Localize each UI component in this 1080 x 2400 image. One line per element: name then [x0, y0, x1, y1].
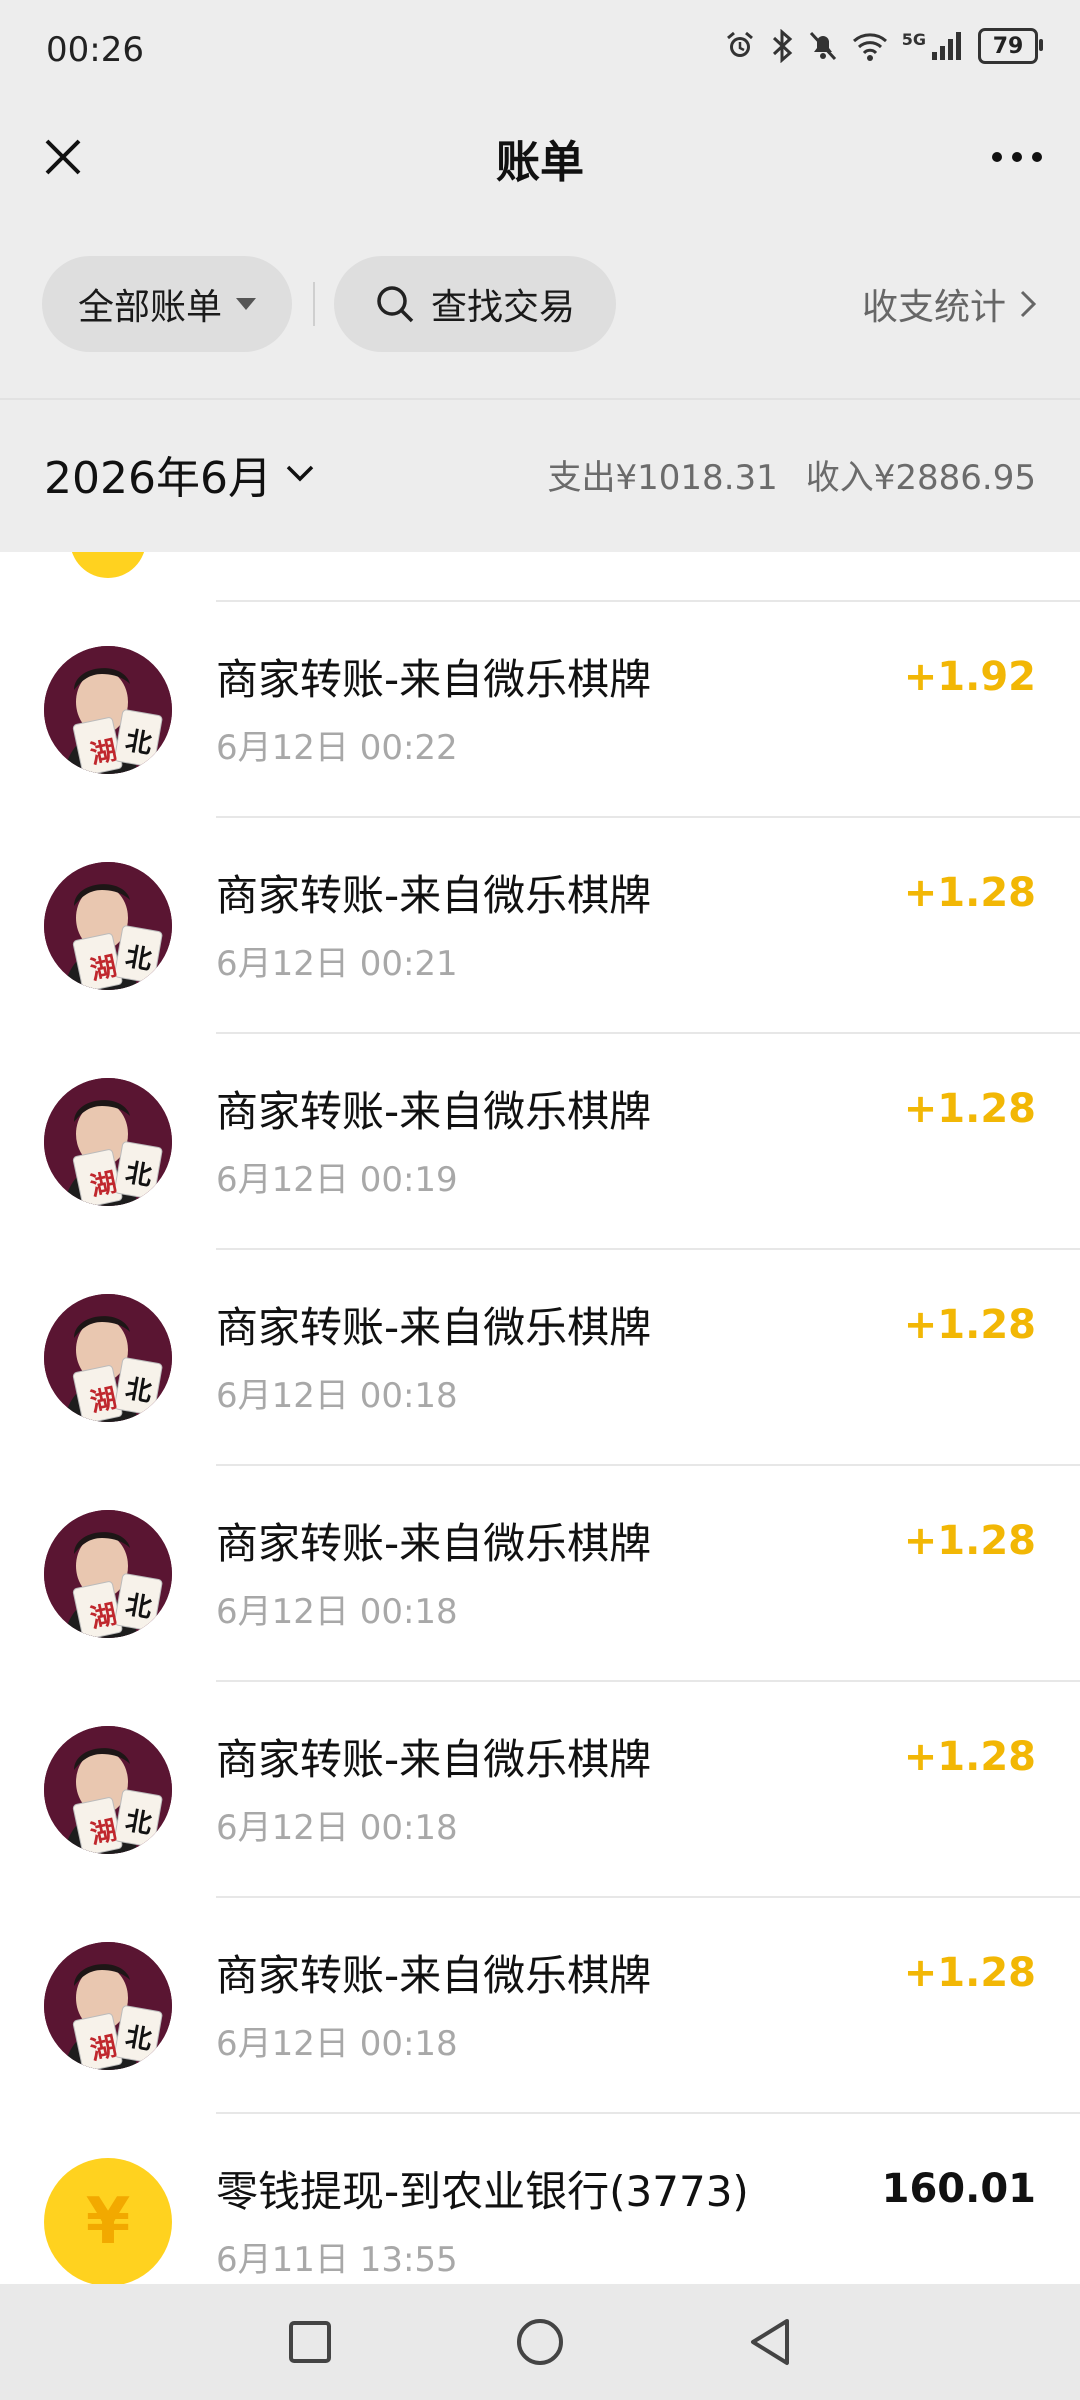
home-button[interactable] [510, 2312, 570, 2372]
merchant-avatar: 湖北 [44, 862, 172, 990]
alarm-icon [726, 31, 753, 57]
transaction-amount: +1.92 [903, 654, 1036, 700]
transaction-amount: 160.01 [881, 2166, 1036, 2212]
all-bills-label: 全部账单 [77, 287, 222, 328]
status-time: 00:26 [46, 30, 144, 70]
square-icon [289, 2321, 331, 2363]
transaction-amount: +1.28 [903, 870, 1036, 916]
transaction-time: 6月12日 00:21 [216, 944, 458, 984]
transaction-row[interactable]: ¥ 零钱提现-到农业银行(3773) 6月11日 13:55 160.01 [0, 2114, 1080, 2284]
transaction-row[interactable]: 湖北商家转账-来自微乐棋牌 6月12日 00:18 +1.28 [0, 1682, 1080, 1898]
transaction-title: 商家转账-来自微乐棋牌 [216, 871, 652, 920]
month-totals: 支出¥1018.31 收入¥2886.95 [548, 450, 1036, 499]
transaction-title: 商家转账-来自微乐棋牌 [216, 1735, 652, 1784]
partial-coin-avatar [70, 552, 146, 578]
wifi-icon [852, 33, 887, 61]
transaction-row[interactable]: 湖北商家转账-来自微乐棋牌 6月12日 00:18 +1.28 [0, 1466, 1080, 1682]
divider [313, 282, 315, 326]
transaction-time: 6月12日 00:18 [216, 1592, 458, 1632]
transaction-title: 商家转账-来自微乐棋牌 [216, 655, 652, 704]
chevron-right-icon [1020, 290, 1036, 318]
caret-down-icon [236, 298, 256, 310]
transaction-list[interactable]: 湖北商家转账-来自微乐棋牌 6月12日 00:22 +1.92 湖北商家转账-来自微乐… [0, 552, 1080, 2284]
merchant-avatar: 湖北 [44, 1078, 172, 1206]
merchant-avatar: 湖北 [44, 1510, 172, 1638]
transaction-amount: +1.28 [903, 1734, 1036, 1780]
triangle-back-icon [751, 2319, 789, 2365]
all-bills-dropdown[interactable]: 全部账单 [42, 256, 292, 352]
merchant-avatar: 湖北 [44, 646, 172, 774]
merchant-avatar: 湖北 [44, 1726, 172, 1854]
wallet-coin-avatar: ¥ [44, 2158, 172, 2284]
mute-icon [809, 31, 836, 61]
month-expense: 支出¥1018.31 [547, 458, 778, 498]
title-bar: 账单 [0, 100, 1080, 216]
month-label: 2026年6月 [44, 453, 272, 504]
page-title: 账单 [496, 137, 584, 188]
transaction-row[interactable]: 湖北商家转账-来自微乐棋牌 6月12日 00:19 +1.28 [0, 1034, 1080, 1250]
merchant-avatar: 湖北 [44, 1294, 172, 1422]
bluetooth-icon [772, 29, 792, 63]
transaction-time: 6月12日 00:18 [216, 1376, 458, 1416]
month-selector[interactable]: 2026年6月 [44, 442, 314, 506]
transaction-title: 商家转账-来自微乐棋牌 [216, 1303, 652, 1352]
transaction-amount: +1.28 [903, 1950, 1036, 1996]
transaction-time: 6月12日 00:22 [216, 728, 458, 768]
transaction-time: 6月11日 13:55 [216, 2240, 458, 2280]
yen-icon: ¥ [85, 2185, 131, 2259]
search-label: 查找交易 [430, 287, 575, 328]
transaction-row[interactable]: 湖北商家转账-来自微乐棋牌 6月12日 00:18 +1.28 [0, 1250, 1080, 1466]
transaction-time: 6月12日 00:19 [216, 1160, 458, 1200]
signal-icon [932, 32, 961, 60]
transaction-title: 商家转账-来自微乐棋牌 [216, 1519, 652, 1568]
transaction-amount: +1.28 [903, 1518, 1036, 1564]
transaction-amount: +1.28 [903, 1302, 1036, 1348]
recent-apps-button[interactable] [280, 2312, 340, 2372]
status-icons: 5G 79 [724, 28, 1043, 64]
more-icon [992, 152, 1042, 162]
transaction-row[interactable]: 湖北商家转账-来自微乐棋牌 6月12日 00:22 +1.92 [0, 602, 1080, 818]
circle-icon [517, 2319, 563, 2365]
transaction-time: 6月12日 00:18 [216, 2024, 458, 2064]
month-summary-bar: 2026年6月 支出¥1018.31 收入¥2886.95 [0, 398, 1080, 554]
battery-indicator: 79 [978, 28, 1043, 64]
system-nav-bar [0, 2284, 1080, 2400]
network-label: 5G [901, 29, 926, 49]
search-icon [377, 286, 414, 323]
filter-bar: 全部账单 查找交易 收支统计 [0, 216, 1080, 398]
transaction-amount: +1.28 [903, 1086, 1036, 1132]
search-transactions-button[interactable]: 查找交易 [334, 256, 616, 352]
transaction-title: 商家转账-来自微乐棋牌 [216, 1951, 652, 2000]
chevron-down-icon [286, 465, 314, 482]
more-button[interactable] [982, 122, 1052, 192]
income-expense-stats-link[interactable]: 收支统计 [862, 256, 1036, 352]
transaction-time: 6月12日 00:18 [216, 1808, 458, 1848]
transaction-row[interactable]: 湖北商家转账-来自微乐棋牌 6月12日 00:18 +1.28 [0, 1898, 1080, 2114]
battery-level: 79 [992, 33, 1024, 59]
merchant-avatar: 湖北 [44, 1942, 172, 2070]
transaction-title: 商家转账-来自微乐棋牌 [216, 1087, 652, 1136]
stats-label: 收支统计 [861, 287, 1006, 328]
transaction-row[interactable]: 湖北商家转账-来自微乐棋牌 6月12日 00:21 +1.28 [0, 818, 1080, 1034]
transaction-title: 零钱提现-到农业银行(3773) [216, 2167, 749, 2216]
month-income: 收入¥2886.95 [805, 458, 1036, 498]
back-button[interactable] [740, 2312, 800, 2372]
status-bar: 00:26 5G 79 [0, 0, 1080, 100]
